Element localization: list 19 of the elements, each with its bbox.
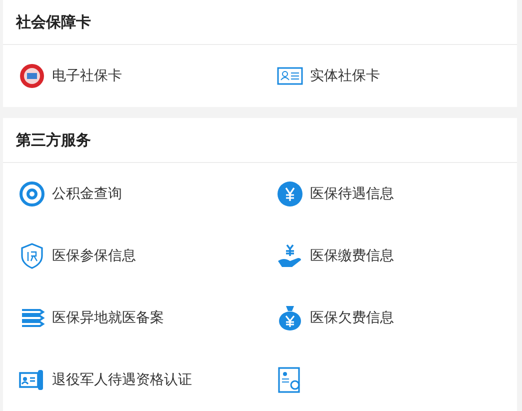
service-link[interactable]: 医保参保信息 <box>52 247 136 265</box>
service-link[interactable]: 电子社保卡 <box>52 67 122 85</box>
target-icon <box>19 181 45 207</box>
document-search-icon <box>277 367 303 393</box>
hand-coin-icon <box>277 243 303 269</box>
certificate-icon <box>19 367 45 393</box>
section-title: 社会保障卡 <box>16 12 91 32</box>
service-link[interactable]: 退役军人待遇资格认证 <box>52 371 192 389</box>
service-link[interactable]: 医保异地就医备案 <box>52 309 164 327</box>
yen-icon <box>277 181 303 207</box>
shield-icon <box>19 243 45 269</box>
service-link[interactable]: 实体社保卡 <box>310 67 380 85</box>
section-title: 第三方服务 <box>16 130 91 150</box>
money-bag-icon <box>277 305 303 331</box>
service-link[interactable]: 医保待遇信息 <box>310 185 394 203</box>
service-link[interactable]: 医保欠费信息 <box>310 309 394 327</box>
service-link[interactable]: 医保缴费信息 <box>310 247 394 265</box>
service-link[interactable]: 公积金查询 <box>52 185 122 203</box>
emblem-icon <box>19 63 45 89</box>
